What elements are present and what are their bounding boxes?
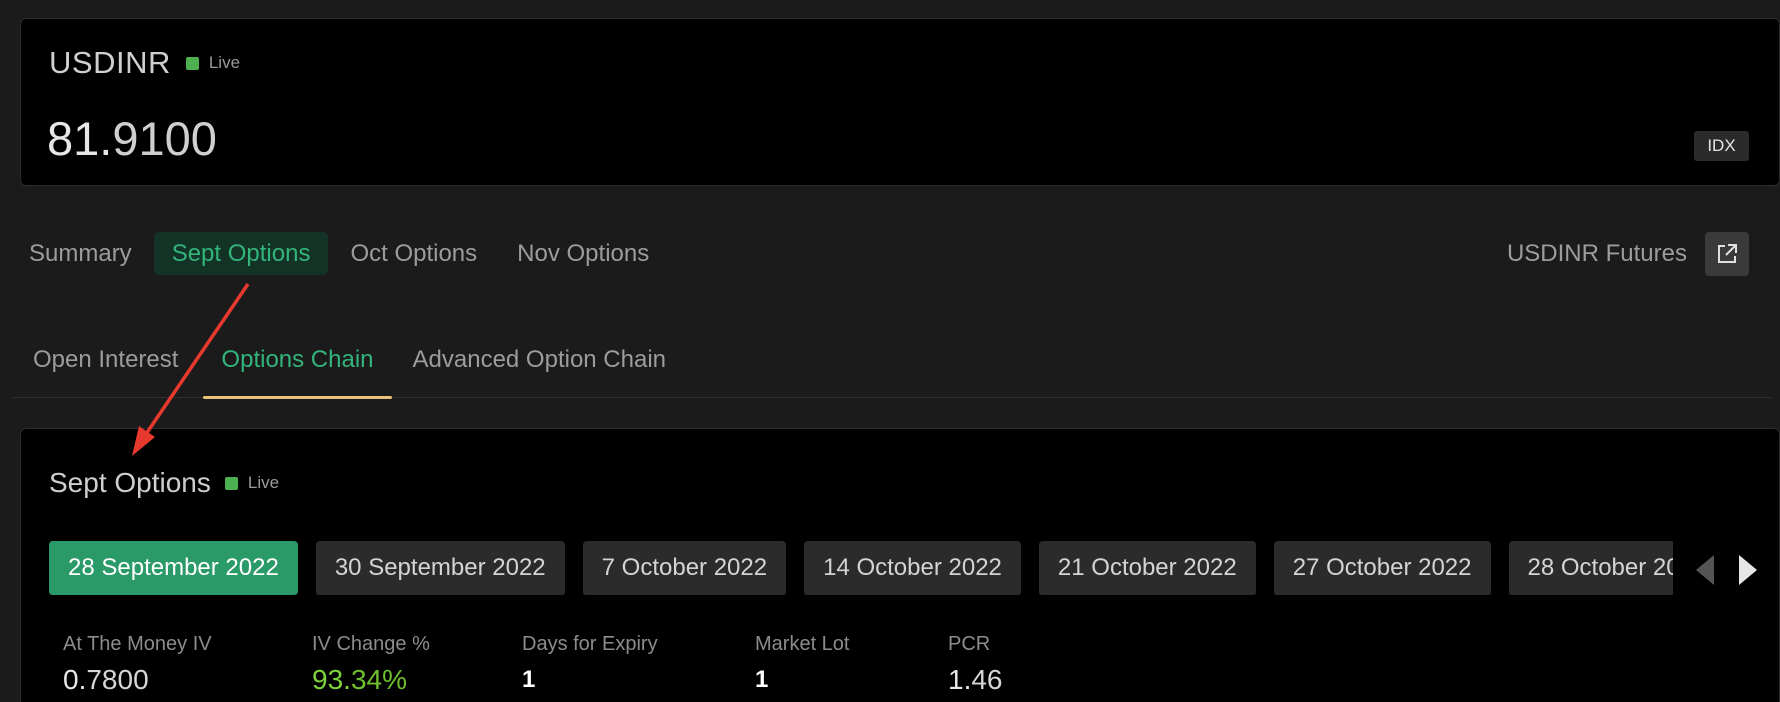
stat-value: 1	[522, 666, 536, 693]
instrument-header-card: USDINR Live 81.9100 IDX	[20, 18, 1780, 186]
tab-oct-options[interactable]: Oct Options	[332, 232, 495, 275]
stat-label: Days for Expiry	[522, 633, 658, 655]
live-indicator-icon	[185, 56, 199, 70]
futures-link[interactable]: USDINR Futures	[1507, 232, 1749, 276]
stat-label: Market Lot	[755, 633, 850, 655]
stat-value-dec: 46	[971, 664, 1003, 695]
date-chip-27-oct-2022[interactable]: 27 October 2022	[1273, 541, 1491, 595]
expiry-date-strip: 28 September 2022 30 September 2022 7 Oc…	[49, 541, 1673, 595]
date-chip-7-oct-2022[interactable]: 7 October 2022	[582, 541, 787, 595]
external-link-button[interactable]	[1705, 232, 1749, 276]
tab-open-interest[interactable]: Open Interest	[12, 338, 199, 398]
page: USDINR Live 81.9100 IDX Summary Sept Opt…	[0, 0, 1780, 702]
options-title-row: Sept Options Live	[49, 467, 279, 499]
view-tabs: Open Interest Options Chain Advanced Opt…	[12, 338, 1772, 399]
tab-sept-options[interactable]: Sept Options	[153, 232, 329, 275]
symbol-row: USDINR Live	[49, 45, 240, 81]
price-decimal: 9100	[112, 112, 217, 165]
stat-value-int: 93.	[312, 664, 351, 695]
stat-value-int: 0.	[63, 664, 87, 695]
live-label: Live	[247, 473, 280, 492]
tab-advanced-option-chain[interactable]: Advanced Option Chain	[392, 338, 688, 398]
tab-options-chain[interactable]: Options Chain	[203, 338, 392, 399]
instrument-price: 81.9100	[47, 111, 217, 166]
date-chip-14-oct-2022[interactable]: 14 October 2022	[804, 541, 1021, 595]
options-card: Sept Options Live 28 September 2022 30 S…	[20, 428, 1780, 702]
stat-value-dec: 34%	[350, 664, 407, 695]
stat-value: 1.46	[948, 664, 1098, 696]
idx-badge: IDX	[1694, 131, 1749, 161]
date-chip-28-oct-2022[interactable]: 28 October 2022	[1508, 541, 1673, 595]
date-chip-21-oct-2022[interactable]: 21 October 2022	[1038, 541, 1256, 595]
stat-iv-change: IV Change % 93.34%	[312, 633, 522, 696]
stat-value-int: 1.	[948, 664, 972, 695]
stat-market-lot: Market Lot 1	[755, 633, 948, 696]
stat-days-expiry: Days for Expiry 1	[522, 633, 755, 696]
external-link-icon	[1718, 244, 1737, 263]
date-chip-28-sep-2022[interactable]: 28 September 2022	[49, 541, 298, 595]
scroll-left-icon[interactable]	[1696, 555, 1714, 585]
scroll-right-icon[interactable]	[1739, 555, 1757, 585]
options-stats: At The Money IV 0.7800 IV Change % 93.34…	[63, 633, 1098, 696]
instrument-symbol: USDINR	[49, 45, 171, 80]
stat-value: 93.34%	[312, 664, 522, 696]
stat-label: PCR	[948, 633, 991, 655]
price-integer: 81.	[47, 112, 113, 165]
stat-value: 0.7800	[63, 664, 312, 696]
expiry-tabs: Summary Sept Options Oct Options Nov Opt…	[20, 232, 671, 275]
tab-summary[interactable]: Summary	[20, 232, 150, 275]
options-title: Sept Options	[49, 467, 211, 498]
stat-value: 1	[755, 666, 769, 693]
stat-pcr: PCR 1.46	[948, 633, 1098, 696]
live-indicator-icon	[224, 476, 238, 490]
date-chip-30-sep-2022[interactable]: 30 September 2022	[315, 541, 565, 595]
live-label: Live	[208, 53, 241, 72]
futures-label[interactable]: USDINR Futures	[1507, 240, 1687, 268]
stat-label: IV Change %	[312, 633, 430, 655]
tab-nov-options[interactable]: Nov Options	[499, 232, 667, 275]
stat-value-dec: 7800	[86, 664, 149, 695]
stat-atm-iv: At The Money IV 0.7800	[63, 633, 312, 696]
stat-label: At The Money IV	[63, 633, 212, 655]
